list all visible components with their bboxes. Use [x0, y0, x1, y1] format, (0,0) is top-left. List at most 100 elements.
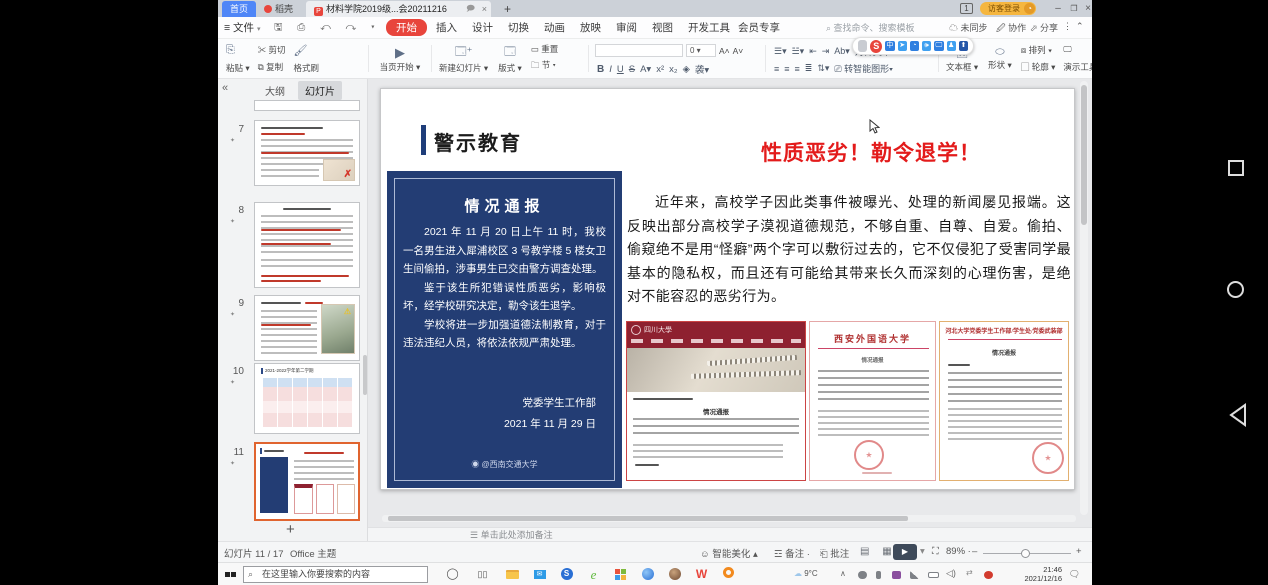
notification-center-icon[interactable]: 🗨	[1066, 566, 1083, 583]
line-spacing-button[interactable]: ⇅▾	[817, 63, 829, 74]
layout-button[interactable]: 🗔 版式 ▾	[493, 39, 527, 78]
cut-button[interactable]: ✂ 剪切	[258, 44, 286, 56]
font-name-combo[interactable]	[595, 44, 683, 57]
sync-status[interactable]: ☁ 未同步	[949, 21, 988, 34]
font-color-button[interactable]: A▾	[640, 64, 651, 75]
taskbar-search[interactable]: ⌕在这里输入你要搜索的内容	[243, 566, 428, 583]
sync-tray-icon[interactable]: ⇄	[966, 568, 973, 577]
zoom-level[interactable]: 89% ·	[946, 546, 971, 557]
ribbon-tab-devtools[interactable]: 开发工具	[688, 20, 730, 35]
slide-10-thumbnail[interactable]: 2021-2022学年第二学期	[254, 363, 360, 434]
quick-access-toolbar[interactable]: 🖫 ⎙ ↶ ↷ ▾	[274, 20, 381, 37]
scrollbar-thumb[interactable]	[388, 516, 908, 521]
horizontal-scrollbar[interactable]	[382, 515, 1076, 522]
paste-button[interactable]: ⎘ 粘贴 ▾	[218, 39, 254, 78]
slide-body-text[interactable]: 近年来，高校学子因此类事件被曝光、处理的新闻屡见报端。这反映出部分高校学子漠视道…	[627, 191, 1071, 309]
upload-icon[interactable]: ⬆	[959, 41, 968, 51]
notice-panel-xisu[interactable]: 西安外国语大学 情况通报	[809, 321, 936, 481]
network-icon[interactable]	[910, 571, 919, 579]
start-button[interactable]	[222, 566, 239, 583]
superscript-button[interactable]: x²	[656, 64, 664, 75]
close-tab-icon[interactable]: ×	[482, 1, 487, 17]
reset-button[interactable]: ▭ 重置	[531, 43, 558, 55]
cloud-tray-icon[interactable]	[858, 571, 867, 579]
notes-bar[interactable]: ☰ 单击此处添加备注	[368, 527, 1092, 541]
mic-icon[interactable]: 🕪	[922, 41, 931, 51]
bold-button[interactable]: B	[597, 64, 604, 75]
minimize-button[interactable]: –	[1050, 0, 1066, 17]
strikethrough-button[interactable]: S	[629, 64, 635, 75]
ribbon-tab-animation[interactable]: 动画	[544, 20, 565, 35]
zoom-slider-thumb[interactable]	[1021, 549, 1030, 558]
play-options-caret[interactable]: ▾	[920, 546, 925, 557]
ribbon-tab-transition[interactable]: 切换	[508, 20, 529, 35]
arrange-button[interactable]: ⧈ 排列 ▾	[1021, 44, 1056, 56]
text-effects-button[interactable]: 袭▾	[695, 62, 709, 76]
drag-handle[interactable]	[858, 40, 867, 52]
notes-button[interactable]: ☲ 备注 ·	[774, 546, 810, 560]
section-button[interactable]: 🗀 节 ▾	[531, 59, 558, 74]
copy-button[interactable]: ⧉ 复制	[258, 61, 286, 73]
tab-list-button[interactable]: 1	[960, 3, 973, 14]
show-hidden-icons[interactable]: ∧	[840, 569, 846, 578]
ribbon-tab-design[interactable]: 设计	[472, 20, 493, 35]
ribbon-tab-view[interactable]: 视图	[652, 20, 673, 35]
align-right-button[interactable]: ≡	[795, 64, 800, 74]
to-smartart-button[interactable]: ⎚ 转智能图形▾	[834, 62, 893, 75]
file-menu[interactable]: ≡ 文件 ▾	[224, 20, 260, 35]
ribbon-tab-member[interactable]: 会员专享	[738, 20, 780, 35]
zoom-in-button[interactable]: +	[1076, 546, 1082, 557]
slide-red-title[interactable]: 性质恶劣！勒令退学！	[701, 137, 1041, 167]
volume-icon[interactable]: ◁)	[946, 568, 956, 579]
slide-8-thumbnail[interactable]	[254, 202, 360, 288]
app-o-icon[interactable]	[720, 566, 737, 583]
battery-icon[interactable]	[928, 572, 939, 578]
shrink-font-button[interactable]: A˅	[733, 46, 744, 56]
phone-tray-icon[interactable]	[876, 571, 881, 579]
red-s-tray-icon[interactable]	[984, 571, 993, 579]
wps-icon[interactable]: W	[693, 566, 710, 583]
close-window-button[interactable]: ×	[1080, 0, 1092, 17]
slide-11-thumbnail-selected[interactable]	[254, 442, 360, 521]
pointer-icon[interactable]: ➤	[898, 41, 907, 51]
tab-document[interactable]: P材料学院2019级...会20211216 🗩 ×	[306, 1, 491, 17]
zoom-out-button[interactable]: –	[972, 546, 977, 557]
taskbar-clock[interactable]: 21:46 2021/12/16	[1018, 565, 1062, 583]
ribbon-tab-slideshow[interactable]: 放映	[580, 20, 601, 35]
guest-login-button[interactable]: 访客登录◔	[980, 2, 1036, 15]
align-center-button[interactable]: ≡	[784, 64, 789, 74]
store-icon[interactable]	[612, 566, 629, 583]
outline-button[interactable]: ▢ 轮廓 ▾	[1021, 61, 1056, 73]
text-direction-button[interactable]: Ab▾	[834, 46, 850, 57]
screenshare-toolbar[interactable]: S 中 ➤ ◔ 🕪 🖵 ♟ ⬆	[852, 37, 974, 55]
slide-header[interactable]: 警示教育	[434, 127, 522, 156]
user-app-icon[interactable]	[666, 566, 683, 583]
present-tools-button[interactable]: 演示工具 ▾	[1063, 61, 1092, 73]
member-icon[interactable]: ♟	[947, 41, 956, 51]
tab-docer[interactable]: 稻壳	[256, 1, 301, 17]
new-tab-button[interactable]: +	[496, 1, 519, 17]
pin-icon[interactable]: 中	[885, 41, 894, 51]
android-back-button[interactable]	[1228, 403, 1248, 432]
input-method-icon[interactable]	[892, 571, 901, 579]
subscript-button[interactable]: x₂	[669, 64, 677, 75]
tab-slides[interactable]: 幻灯片	[298, 81, 342, 100]
shapes-button[interactable]: ⬭ 形状 ▾	[983, 39, 1017, 78]
file-explorer-icon[interactable]	[504, 566, 521, 583]
increase-indent-button[interactable]: ⇥	[822, 46, 830, 57]
italic-button[interactable]: I	[609, 64, 612, 75]
justify-button[interactable]: ≣	[805, 63, 813, 74]
decrease-indent-button[interactable]: ⇤	[809, 46, 817, 57]
mail-icon[interactable]: ✉	[531, 566, 548, 583]
numbering-button[interactable]: ☱▾	[792, 46, 805, 57]
share-button[interactable]: ⬀ 分享	[1030, 21, 1058, 34]
browser-icon[interactable]	[639, 566, 656, 583]
slide-canvas[interactable]: 警示教育 性质恶劣！勒令退学！ 情况通报 2021 年 11 月 20 日上午 …	[380, 88, 1075, 490]
cortana-icon[interactable]: ◯	[444, 566, 461, 583]
slide-7-thumbnail[interactable]: ✗	[254, 120, 360, 186]
collaborate-button[interactable]: 🖉 协作	[996, 21, 1026, 37]
zoom-slider[interactable]	[983, 553, 1071, 554]
vertical-scrollbar[interactable]	[1080, 81, 1088, 515]
play-current-button[interactable]: ▶ 当页开始 ▾	[371, 39, 429, 78]
align-left-button[interactable]: ≡	[774, 64, 779, 74]
